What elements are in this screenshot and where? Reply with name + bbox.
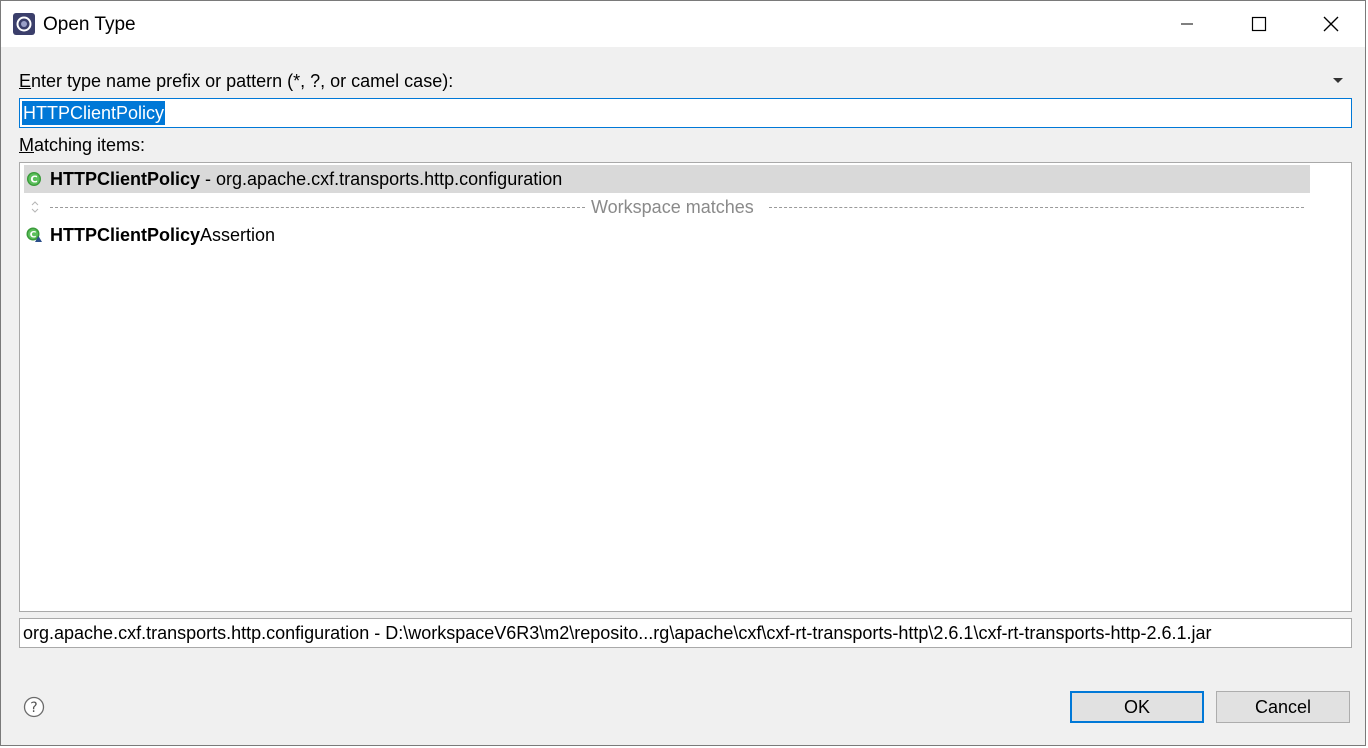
list-item-qualifier: - org.apache.cxf.transports.http.configu… [200, 169, 563, 189]
class-workspace-icon: C [26, 227, 42, 242]
view-menu-icon[interactable] [1331, 73, 1345, 87]
maximize-icon [1251, 16, 1267, 32]
close-button[interactable] [1295, 1, 1367, 47]
eclipse-icon [13, 13, 35, 35]
type-name-input[interactable]: HTTPClientPolicy [19, 98, 1352, 128]
help-icon[interactable]: ? [23, 696, 45, 718]
class-icon: C [27, 172, 41, 186]
list-item-qualifier: Assertion [200, 225, 276, 245]
type-name-input-value: HTTPClientPolicy [22, 101, 166, 125]
list-item[interactable]: C HTTPClientPolicyAssertion [24, 221, 1310, 249]
separator-line-left [50, 207, 585, 208]
matching-label-mnemonic: M [19, 135, 34, 155]
svg-text:C: C [30, 175, 37, 186]
list-item-match: HTTPClientPolicy [50, 169, 201, 189]
matching-label-text: atching items: [34, 135, 146, 155]
list-item[interactable]: C HTTPClientPolicy - org.apache.cxf.tran… [24, 165, 1310, 193]
filter-label-text: nter type name prefix or pattern (*, ?, … [31, 71, 454, 91]
window-title: Open Type [43, 14, 136, 35]
cancel-button[interactable]: Cancel [1216, 691, 1350, 723]
separator-label: Workspace matches [591, 197, 754, 217]
filter-label: Enter type name prefix or pattern (*, ?,… [19, 70, 453, 92]
separator-line-right [769, 207, 1304, 208]
details-status-field: org.apache.cxf.transports.http.configura… [19, 618, 1352, 648]
svg-text:?: ? [30, 700, 37, 716]
list-item-match: HTTPClientPolicy [50, 225, 201, 245]
matching-items-label: Matching items: [19, 134, 145, 156]
matching-items-list[interactable]: C HTTPClientPolicy - org.apache.cxf.tran… [19, 162, 1352, 612]
list-item-label: HTTPClientPolicy - org.apache.cxf.transp… [50, 165, 562, 193]
close-icon [1323, 16, 1339, 32]
open-type-dialog: Open Type Enter type name prefix or patt… [0, 0, 1366, 746]
svg-text:C: C [30, 231, 37, 241]
title-bar[interactable]: Open Type [1, 1, 1365, 47]
maximize-button[interactable] [1223, 1, 1295, 47]
minimize-icon [1181, 23, 1193, 25]
filter-label-mnemonic: E [19, 71, 32, 91]
minimize-button[interactable] [1151, 1, 1223, 47]
workspace-matches-separator: Workspace matches [24, 193, 1310, 221]
separator-arrows-icon [31, 201, 39, 213]
ok-button[interactable]: OK [1070, 691, 1204, 723]
list-item-label: HTTPClientPolicyAssertion [50, 221, 275, 249]
